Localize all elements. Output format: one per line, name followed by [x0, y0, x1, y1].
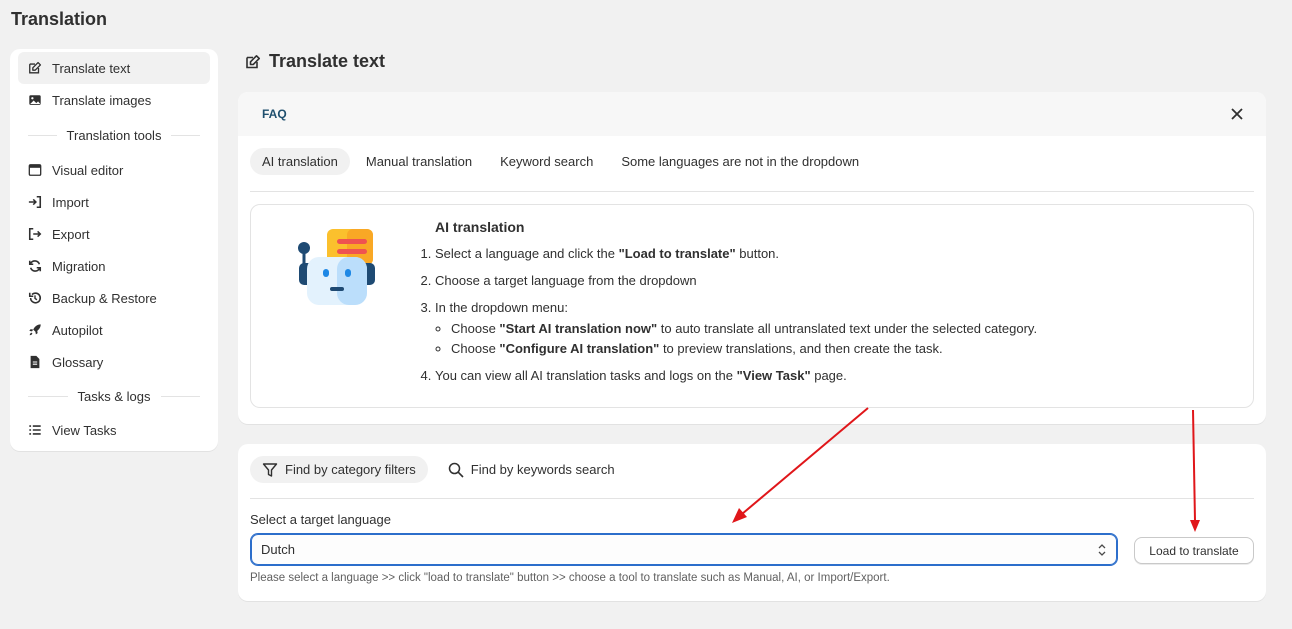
faq-substep: Choose "Configure AI translation" to pre… — [451, 340, 1219, 357]
image-icon — [29, 95, 41, 105]
sidebar-item-label: Migration — [52, 258, 106, 274]
tab-missing-languages[interactable]: Some languages are not in the dropdown — [609, 148, 871, 175]
sidebar-item-import[interactable]: Import — [18, 186, 210, 218]
load-to-translate-button[interactable]: Load to translate — [1134, 537, 1254, 564]
sidebar-item-migration[interactable]: Migration — [18, 250, 210, 282]
faq-label: FAQ — [262, 107, 287, 121]
faq-instructions: AI translation Select a language and cli… — [419, 219, 1219, 394]
sidebar-item-label: Translate text — [52, 60, 131, 76]
sidebar-item-export[interactable]: Export — [18, 218, 210, 250]
faq-step: You can view all AI translation tasks an… — [435, 367, 1219, 384]
sidebar-item-label: Backup & Restore — [52, 290, 157, 306]
faq-substep: Choose "Start AI translation now" to aut… — [451, 320, 1219, 337]
faq-heading: AI translation — [435, 219, 525, 235]
section-title: Translate text — [245, 51, 385, 72]
language-select-value: Dutch — [261, 542, 295, 557]
faq-step: Select a language and click the "Load to… — [435, 245, 1219, 262]
close-icon[interactable] — [1230, 107, 1244, 121]
section-title-text: Translate text — [269, 51, 386, 71]
sidebar-item-visual-editor[interactable]: Visual editor — [18, 154, 210, 186]
sidebar-item-label: Translate images — [52, 92, 152, 108]
sidebar-item-label: Autopilot — [52, 322, 103, 338]
robot-chat-icon — [298, 229, 375, 305]
window-icon — [28, 164, 42, 176]
refresh-icon — [28, 260, 42, 272]
page-title: Translation — [11, 9, 108, 29]
faq-step: In the dropdown menu: Choose "Start AI t… — [435, 299, 1219, 357]
sidebar-item-label: Visual editor — [52, 162, 124, 178]
sidebar-item-label: Import — [52, 194, 89, 210]
filter-icon — [262, 462, 278, 477]
faq-steps: Select a language and click the "Load to… — [419, 245, 1219, 384]
sidebar-item-translate-text[interactable]: Translate text — [18, 52, 210, 84]
faq-step: Choose a target language from the dropdo… — [435, 272, 1219, 289]
edit-icon — [246, 54, 260, 68]
language-card: Find by category filters Find by keyword… — [238, 444, 1266, 601]
faq-content: AI translation Select a language and cli… — [250, 204, 1254, 408]
section-heading-tasks-logs: Tasks & logs — [18, 378, 210, 414]
help-text: Please select a language >> click "load … — [250, 572, 890, 584]
document-icon — [30, 355, 40, 369]
sidebar-item-autopilot[interactable]: Autopilot — [18, 314, 210, 346]
find-tabs: Find by category filters Find by keyword… — [250, 456, 1254, 499]
language-select-label: Select a target language — [250, 512, 391, 527]
sidebar-item-view-tasks[interactable]: View Tasks — [18, 414, 210, 446]
sidebar-item-translate-images[interactable]: Translate images — [18, 84, 210, 116]
faq-header: FAQ — [238, 92, 1266, 136]
import-icon — [28, 195, 42, 209]
sidebar-item-label: Export — [52, 226, 90, 242]
language-select[interactable]: Dutch — [250, 533, 1118, 566]
tab-keyword-search[interactable]: Keyword search — [488, 148, 605, 175]
search-icon — [448, 462, 464, 478]
sidebar-item-label: Glossary — [52, 354, 104, 370]
faq-substeps: Choose "Start AI translation now" to aut… — [435, 320, 1219, 357]
tab-keyword-search[interactable]: Find by keywords search — [436, 456, 627, 483]
history-icon — [28, 292, 41, 304]
tab-category-filters[interactable]: Find by category filters — [250, 456, 428, 483]
edit-icon — [29, 61, 42, 74]
sidebar: Translate text Translate images Translat… — [10, 49, 218, 451]
sidebar-item-backup-restore[interactable]: Backup & Restore — [18, 282, 210, 314]
tab-ai-translation[interactable]: AI translation — [250, 148, 350, 175]
select-arrows-icon — [1098, 544, 1106, 556]
faq-tabs: AI translation Manual translation Keywor… — [250, 148, 1254, 192]
faq-card: FAQ AI translation Manual translation Ke… — [238, 92, 1266, 424]
list-icon — [29, 425, 41, 435]
sidebar-item-label: View Tasks — [52, 422, 117, 438]
sidebar-item-glossary[interactable]: Glossary — [18, 346, 210, 378]
tab-manual-translation[interactable]: Manual translation — [354, 148, 484, 175]
rocket-icon — [29, 324, 41, 336]
export-icon — [28, 227, 42, 241]
section-heading-translation-tools: Translation tools — [18, 116, 210, 154]
